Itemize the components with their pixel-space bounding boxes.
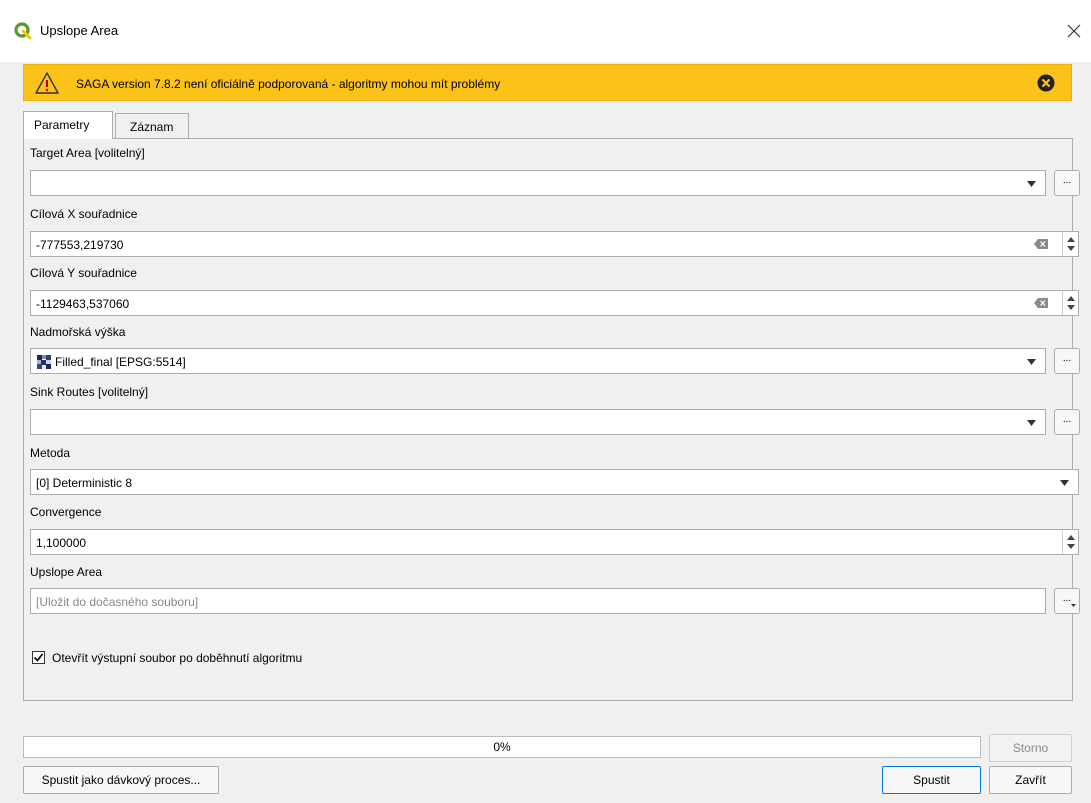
target-y-value: -1129463,537060 — [36, 297, 130, 311]
warning-bar: SAGA version 7.8.2 není oficiálně podpor… — [23, 64, 1072, 101]
chevron-down-icon — [1027, 359, 1036, 365]
elevation-combo[interactable]: Filled_final [EPSG:5514] — [30, 348, 1046, 374]
cancel-label: Storno — [1012, 741, 1049, 755]
spin-arrows-icon — [1067, 535, 1075, 549]
convergence-label: Convergence — [30, 505, 102, 519]
chevron-down-icon — [1027, 181, 1036, 187]
browse-label: ... — [1062, 593, 1072, 604]
browse-label: ... — [1062, 175, 1072, 186]
sink-routes-browse-button[interactable]: ... — [1054, 409, 1080, 435]
target-y-input[interactable]: -1129463,537060 — [30, 290, 1079, 316]
chevron-down-icon — [1071, 604, 1076, 607]
sink-routes-combo[interactable] — [30, 409, 1046, 435]
output-label: Upslope Area — [30, 565, 103, 579]
tab-label: Parametry — [34, 118, 90, 132]
warning-icon — [35, 72, 59, 94]
spin-arrows-icon — [1067, 237, 1075, 251]
tab-parametry[interactable]: Parametry — [23, 111, 113, 139]
run-label: Spustit — [913, 773, 950, 787]
dismiss-warning-icon[interactable] — [1037, 74, 1055, 92]
raster-layer-icon — [37, 355, 51, 369]
batch-process-button[interactable]: Spustit jako dávkový proces... — [23, 766, 219, 794]
cancel-button[interactable]: Storno — [989, 734, 1072, 762]
progress-label: 0% — [493, 740, 511, 754]
convergence-value: 1,100000 — [36, 536, 87, 550]
target-x-value: -777553,219730 — [36, 238, 124, 252]
batch-label: Spustit jako dávkový proces... — [41, 773, 201, 787]
target-area-browse-button[interactable]: ... — [1054, 170, 1080, 196]
elevation-label: Nadmořská výška — [30, 325, 126, 339]
method-combo[interactable]: [0] Deterministic 8 — [30, 469, 1079, 495]
window-title: Upslope Area — [40, 23, 119, 38]
title-bar: Upslope Area — [0, 0, 1091, 62]
target-area-label: Target Area [volitelný] — [30, 146, 145, 160]
browse-label: ... — [1062, 414, 1072, 425]
chevron-down-icon — [1027, 420, 1036, 426]
target-area-combo[interactable] — [30, 170, 1046, 196]
progress-bar: 0% — [23, 736, 981, 758]
target-x-input[interactable]: -777553,219730 — [30, 231, 1079, 257]
spin-buttons[interactable] — [1062, 232, 1078, 256]
open-output-label: Otevřít výstupní soubor po doběhnutí alg… — [52, 651, 303, 665]
spin-buttons[interactable] — [1062, 530, 1078, 554]
qgis-logo-icon — [14, 22, 32, 40]
chevron-down-icon — [1060, 480, 1069, 486]
open-output-checkbox[interactable] — [32, 651, 45, 664]
tab-label: Záznam — [130, 120, 174, 134]
run-button[interactable]: Spustit — [882, 766, 981, 794]
close-label: Zavřít — [1015, 773, 1046, 787]
output-browse-button[interactable]: ... — [1054, 588, 1080, 614]
convergence-input[interactable]: 1,100000 — [30, 529, 1079, 555]
checkmark-icon — [33, 653, 44, 662]
method-label: Metoda — [30, 446, 71, 460]
output-file-input[interactable]: [Uložit do dočasného souboru] — [30, 588, 1046, 614]
warning-message: SAGA version 7.8.2 není oficiálně podpor… — [76, 77, 501, 91]
close-window-icon[interactable] — [1063, 20, 1085, 42]
close-button[interactable]: Zavřít — [989, 766, 1072, 794]
elevation-browse-button[interactable]: ... — [1054, 348, 1080, 374]
target-x-label: Cílová X souřadnice — [30, 207, 138, 221]
target-y-label: Cílová Y souřadnice — [30, 266, 137, 280]
browse-label: ... — [1062, 353, 1072, 364]
spin-arrows-icon — [1067, 296, 1075, 310]
sink-routes-label: Sink Routes [volitelný] — [30, 385, 149, 399]
spin-buttons[interactable] — [1062, 291, 1078, 315]
method-value: [0] Deterministic 8 — [36, 476, 133, 490]
tab-zaznam[interactable]: Záznam — [115, 113, 189, 139]
clear-icon[interactable] — [1034, 239, 1048, 249]
output-placeholder: [Uložit do dočasného souboru] — [36, 595, 199, 609]
clear-icon[interactable] — [1034, 298, 1048, 308]
elevation-value: Filled_final [EPSG:5514] — [55, 355, 186, 369]
